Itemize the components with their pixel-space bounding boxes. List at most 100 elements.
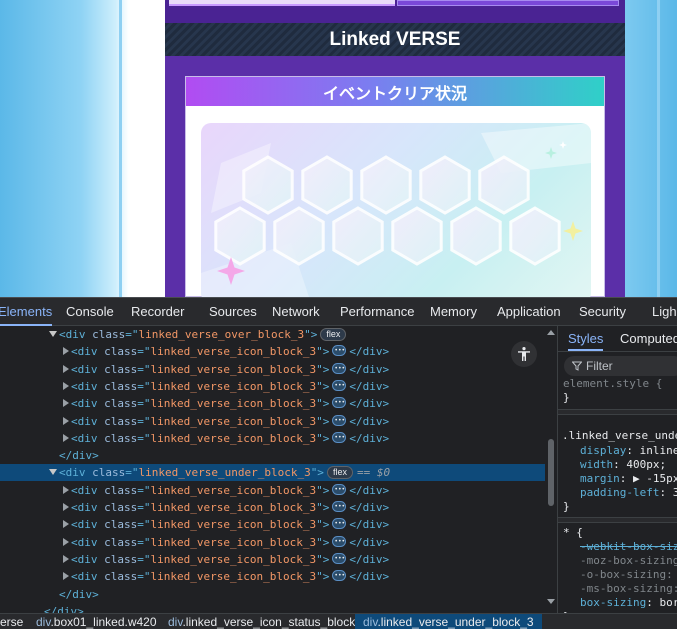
dom-node[interactable]: <div class="linked_verse_icon_block_3"> <… — [0, 498, 545, 516]
event-hex-slot[interactable] — [419, 155, 471, 215]
tab-console[interactable]: Console — [66, 298, 114, 326]
attr-eq: =" — [137, 380, 151, 393]
ellipsis-expand-icon[interactable] — [332, 515, 347, 532]
ellipsis-expand-icon[interactable] — [332, 481, 347, 498]
banner-left-tile[interactable] — [169, 0, 395, 6]
ellipsis-expand-icon[interactable] — [332, 377, 347, 394]
ellipsis-expand-icon[interactable] — [332, 342, 347, 359]
ellipsis-expand-icon[interactable] — [332, 498, 347, 515]
tab-recorder[interactable]: Recorder — [131, 298, 184, 326]
collapse-arrow-icon[interactable] — [63, 417, 69, 425]
tab-computed[interactable]: Computed — [620, 326, 677, 351]
styles-filter-input[interactable]: Filter — [564, 356, 677, 376]
flex-badge[interactable]: flex — [320, 328, 347, 341]
tab-application[interactable]: Application — [497, 298, 561, 326]
scroll-down-arrow[interactable] — [547, 599, 555, 604]
tab-security[interactable]: Security — [579, 298, 626, 326]
element-style-selector[interactable]: element.style { — [563, 377, 662, 391]
collapse-arrow-icon[interactable] — [63, 520, 69, 528]
dom-node[interactable]: <div class="linked_verse_icon_block_3"> <… — [0, 481, 545, 499]
ellipsis-expand-icon[interactable] — [332, 360, 347, 377]
tag-close: "> — [316, 380, 330, 393]
scroll-up-arrow[interactable] — [547, 330, 555, 335]
dom-node[interactable]: <div class="linked_verse_icon_block_3"> <… — [0, 515, 545, 533]
event-hex-slot[interactable] — [478, 155, 530, 215]
expand-arrow-icon[interactable] — [49, 469, 57, 475]
rule1-prop[interactable]: margin: ▶ -15px — [580, 472, 677, 486]
dom-node[interactable]: <div class="linked_verse_icon_block_3"> <… — [0, 550, 545, 568]
event-hex-slot[interactable] — [509, 206, 561, 266]
dom-node-selected[interactable]: <div class="linked_verse_under_block_3">… — [0, 464, 545, 481]
tab-memory[interactable]: Memory — [430, 298, 477, 326]
tab-styles[interactable]: Styles — [568, 326, 604, 351]
dom-node[interactable]: <div class="linked_verse_icon_block_3"> <… — [0, 360, 545, 378]
collapse-arrow-icon[interactable] — [63, 347, 69, 355]
breadcrumb-item[interactable]: erse — [0, 614, 23, 629]
collapse-arrow-icon[interactable] — [63, 555, 69, 563]
tab-ligh[interactable]: Ligh — [652, 298, 677, 326]
attr-eq: =" — [137, 501, 151, 514]
breadcrumb-item-active[interactable]: div.linked_verse_under_block_3 — [355, 614, 542, 629]
rule2-prop[interactable]: -o-box-sizing: b — [580, 568, 677, 582]
event-hex-slot[interactable] — [450, 206, 502, 266]
ellipsis-expand-icon[interactable] — [332, 550, 347, 567]
rule2-prop[interactable]: box-sizing: bord — [580, 596, 677, 610]
event-hex-slot[interactable] — [391, 206, 443, 266]
flex-badge[interactable]: flex — [326, 466, 353, 479]
event-hex-slot[interactable] — [360, 155, 412, 215]
dom-node[interactable]: <div class="linked_verse_icon_block_3"> <… — [0, 567, 545, 585]
ellipsis-expand-icon[interactable] — [332, 412, 347, 429]
scroll-thumb[interactable] — [548, 439, 554, 506]
banner-right-tile[interactable] — [397, 0, 619, 6]
rule1-prop[interactable]: padding-left: 37 — [580, 486, 677, 500]
rule2-prop[interactable]: -webkit-box-sizin — [580, 540, 677, 554]
ellipsis-expand-icon[interactable] — [332, 533, 347, 550]
rule2-selector[interactable]: * { — [563, 526, 583, 540]
collapse-arrow-icon[interactable] — [63, 399, 69, 407]
event-hex-slot[interactable] — [332, 206, 384, 266]
dom-node[interactable]: <div class="linked_verse_icon_block_3"> <… — [0, 342, 545, 360]
tab-performance[interactable]: Performance — [340, 298, 414, 326]
collapse-arrow-icon[interactable] — [63, 503, 69, 511]
event-hex-slot[interactable] — [214, 206, 266, 266]
tab-sources[interactable]: Sources — [209, 298, 257, 326]
collapse-arrow-icon[interactable] — [63, 572, 69, 580]
rule1-prop[interactable]: width: 400px; — [580, 458, 666, 472]
dom-node[interactable]: <div class="linked_verse_over_block_3"> f… — [0, 326, 545, 343]
rule1-prop[interactable]: display: inline- — [580, 444, 677, 458]
expand-arrow-icon[interactable] — [49, 331, 57, 337]
dom-node[interactable]: <div class="linked_verse_icon_block_3"> <… — [0, 429, 545, 447]
dom-node[interactable]: <div class="linked_verse_icon_block_3"> <… — [0, 533, 545, 551]
collapse-arrow-icon[interactable] — [63, 486, 69, 494]
collapse-arrow-icon[interactable] — [63, 365, 69, 373]
dom-node[interactable]: <div class="linked_verse_icon_block_3"> <… — [0, 377, 545, 395]
collapse-arrow-icon[interactable] — [63, 538, 69, 546]
collapse-arrow-icon[interactable] — [63, 434, 69, 442]
dom-node[interactable]: </div> — [0, 603, 545, 613]
dom-node[interactable]: </div> — [0, 447, 545, 464]
closing-tag: </div> — [349, 432, 390, 445]
breadcrumb-item[interactable]: div.box01_linked.w420 — [36, 614, 157, 629]
accessibility-tree-button[interactable] — [511, 341, 537, 367]
ellipsis-expand-icon[interactable] — [332, 567, 347, 584]
dom-node[interactable]: <div class="linked_verse_icon_block_3"> <… — [0, 412, 545, 430]
tab-network[interactable]: Network — [272, 298, 320, 326]
event-hex-slot[interactable] — [242, 155, 294, 215]
rule2-prop[interactable]: -moz-box-sizing: — [580, 554, 677, 568]
elements-scrollbar[interactable] — [545, 326, 557, 613]
attr-eq: =" — [137, 536, 151, 549]
tab-elements[interactable]: Elements — [0, 298, 53, 326]
selected-node-marker: == $0 — [356, 466, 391, 479]
ellipsis-expand-icon[interactable] — [332, 394, 347, 411]
dom-node[interactable]: <div class="linked_verse_icon_block_3"> <… — [0, 394, 545, 412]
rule2-prop[interactable]: -ms-box-sizing: — [580, 582, 677, 596]
event-hex-slot[interactable] — [273, 206, 325, 266]
event-hex-slot[interactable] — [301, 155, 353, 215]
breadcrumb-item[interactable]: div.linked_verse_icon_status_block — [168, 614, 355, 629]
collapse-arrow-icon[interactable] — [63, 382, 69, 390]
rule1-selector[interactable]: .linked_verse_under_ — [562, 429, 677, 443]
ellipsis-expand-icon[interactable] — [332, 429, 347, 446]
elements-tree[interactable]: <div class="linked_verse_over_block_3"> f… — [0, 326, 557, 613]
closing-tag: </div> — [349, 397, 390, 410]
dom-node[interactable]: </div> — [0, 586, 545, 603]
